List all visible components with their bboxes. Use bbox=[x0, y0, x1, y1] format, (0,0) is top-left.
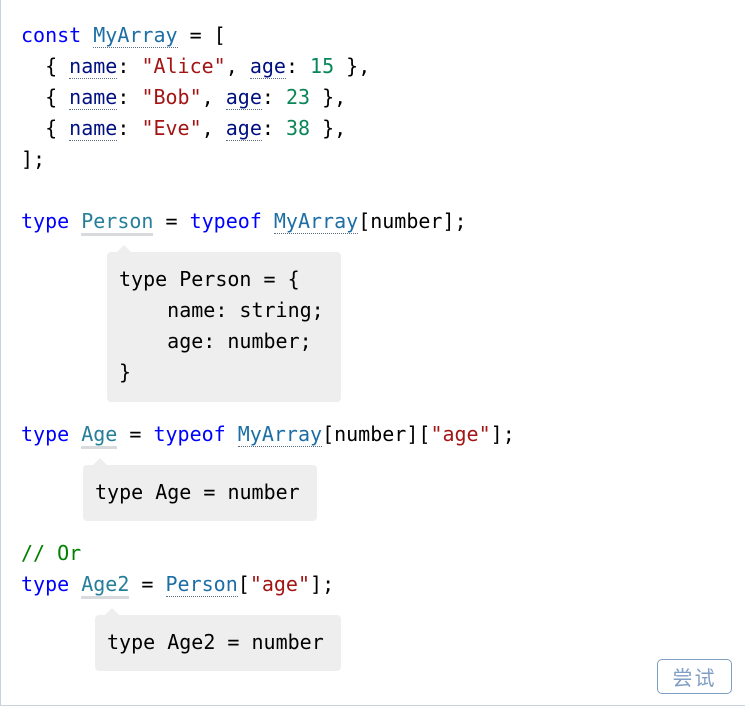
property-age[interactable]: age bbox=[225, 116, 262, 141]
type-tooltip-person: type Person = { name: string; age: numbe… bbox=[107, 245, 341, 402]
punctuation: }, bbox=[310, 116, 347, 140]
keyword-type: type bbox=[21, 209, 70, 233]
tooltip-line: type Age = number bbox=[95, 480, 300, 504]
tooltip-line: type Person = { bbox=[119, 267, 300, 291]
punctuation: : bbox=[117, 116, 142, 140]
number-literal: 23 bbox=[285, 85, 311, 109]
tooltip-line: type Age2 = number bbox=[107, 630, 324, 654]
code-line: type Person = typeof MyArray[number]; bbox=[21, 208, 467, 236]
punctuation: : bbox=[261, 85, 286, 109]
punctuation: = bbox=[153, 209, 190, 233]
identifier-myarray-ref[interactable]: MyArray bbox=[273, 209, 359, 234]
identifier-myarray[interactable]: MyArray bbox=[93, 23, 178, 48]
tooltip-line: } bbox=[119, 360, 132, 384]
code-line: { name: "Bob", age: 23 }, bbox=[21, 84, 346, 110]
type-tooltip-age: type Age = number bbox=[83, 458, 317, 521]
punctuation: [ bbox=[237, 572, 250, 596]
string-literal: "Eve" bbox=[141, 116, 202, 140]
keyword-type: type bbox=[21, 422, 70, 446]
keyword-type: type bbox=[21, 572, 70, 596]
punctuation: ]; bbox=[310, 572, 335, 596]
punctuation: [number]; bbox=[358, 209, 467, 233]
try-button[interactable]: 尝试 bbox=[657, 659, 732, 694]
punctuation: }, bbox=[334, 54, 371, 78]
code-line: type Age = typeof MyArray[number]["age"]… bbox=[21, 421, 515, 449]
punctuation: : bbox=[261, 116, 286, 140]
punctuation: { bbox=[21, 116, 70, 140]
code-line: { name: "Eve", age: 38 }, bbox=[21, 115, 346, 141]
property-name[interactable]: name bbox=[69, 85, 118, 110]
punctuation: = bbox=[129, 572, 166, 596]
type-person-ref[interactable]: Person bbox=[165, 572, 238, 597]
tooltip-line: name: string; bbox=[119, 298, 324, 322]
keyword-const: const bbox=[21, 23, 82, 47]
punctuation: { bbox=[21, 54, 70, 78]
code-line: const MyArray = [ bbox=[21, 22, 226, 48]
property-age[interactable]: age bbox=[225, 85, 262, 110]
type-tooltip-age2: type Age2 = number bbox=[95, 608, 341, 671]
property-name[interactable]: name bbox=[69, 54, 118, 79]
code-sample-panel: const MyArray = [ { name: "Alice", age: … bbox=[0, 0, 745, 706]
punctuation: }, bbox=[310, 85, 347, 109]
punctuation: , bbox=[201, 85, 226, 109]
code-line: { name: "Alice", age: 15 }, bbox=[21, 53, 370, 79]
string-literal: "age" bbox=[430, 422, 491, 446]
keyword-typeof: typeof bbox=[153, 422, 226, 446]
number-literal: 38 bbox=[285, 116, 311, 140]
property-name[interactable]: name bbox=[69, 116, 118, 141]
punctuation: ]; bbox=[490, 422, 515, 446]
punctuation: : bbox=[117, 85, 142, 109]
type-age2-hovered[interactable]: Age2 bbox=[81, 572, 130, 599]
punctuation: ]; bbox=[21, 147, 46, 171]
identifier-myarray-ref[interactable]: MyArray bbox=[237, 422, 323, 447]
tooltip-line: age: number; bbox=[119, 329, 312, 353]
punctuation: , bbox=[225, 54, 250, 78]
type-person-hovered[interactable]: Person bbox=[81, 209, 154, 236]
string-literal: "Bob" bbox=[141, 85, 202, 109]
number-literal: 15 bbox=[310, 54, 335, 78]
punctuation: { bbox=[21, 85, 70, 109]
punctuation: : bbox=[285, 54, 311, 78]
code-line: // Or bbox=[21, 540, 81, 566]
keyword-typeof: typeof bbox=[189, 209, 262, 233]
punctuation: : bbox=[117, 54, 142, 78]
punctuation: = bbox=[117, 422, 154, 446]
punctuation: = [ bbox=[177, 23, 226, 47]
punctuation: [number][ bbox=[322, 422, 431, 446]
code-line: ]; bbox=[21, 146, 45, 172]
code-line: type Age2 = Person["age"]; bbox=[21, 571, 335, 599]
property-age[interactable]: age bbox=[249, 54, 286, 79]
code-comment: // Or bbox=[21, 541, 82, 565]
type-age-hovered[interactable]: Age bbox=[81, 422, 118, 449]
punctuation: , bbox=[201, 116, 226, 140]
string-literal: "age" bbox=[249, 572, 311, 596]
string-literal: "Alice" bbox=[141, 54, 226, 78]
